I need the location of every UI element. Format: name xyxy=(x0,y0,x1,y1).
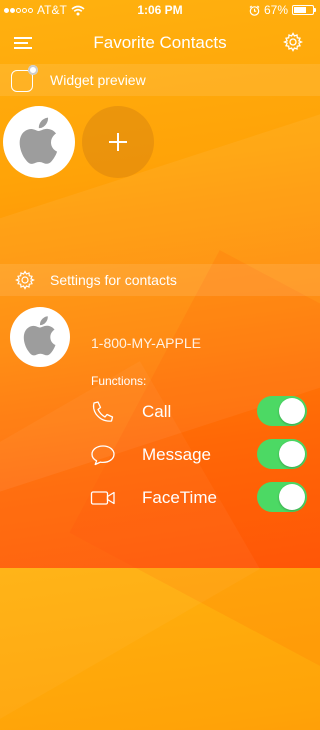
facetime-toggle[interactable] xyxy=(257,482,307,512)
favorite-contact-avatar[interactable] xyxy=(3,106,75,178)
battery-icon xyxy=(292,5,316,15)
function-row-message: Message xyxy=(0,435,320,475)
widget-preview-header: Widget preview xyxy=(0,64,320,96)
widget-icon xyxy=(11,65,38,92)
page-title: Favorite Contacts xyxy=(93,33,227,52)
message-toggle[interactable] xyxy=(257,439,307,469)
battery-level xyxy=(294,7,307,13)
add-contact-button[interactable] xyxy=(82,106,154,178)
call-toggle[interactable] xyxy=(257,396,307,426)
navigation-bar: Favorite Contacts xyxy=(0,20,320,64)
phone-icon xyxy=(92,401,114,422)
contact-settings-header: Settings for contacts xyxy=(0,264,320,296)
function-row-call: Call xyxy=(0,392,320,432)
function-label: FaceTime xyxy=(142,488,217,507)
contact-number: 1-800-MY-APPLE xyxy=(91,335,201,351)
video-camera-icon xyxy=(90,491,115,505)
function-label: Message xyxy=(142,445,211,464)
functions-label: Functions: xyxy=(91,374,147,388)
toggle-knob xyxy=(279,484,305,510)
status-bar: AT&T 1:06 PM 67% xyxy=(0,0,320,20)
gear-icon[interactable] xyxy=(283,32,303,52)
contact-avatar xyxy=(10,307,70,367)
apple-logo-icon xyxy=(19,117,58,164)
function-row-facetime: FaceTime xyxy=(0,478,320,518)
section-label: Widget preview xyxy=(50,72,146,88)
apple-logo-icon xyxy=(23,316,56,356)
function-label: Call xyxy=(142,402,172,421)
status-right: 67% xyxy=(249,3,316,17)
message-bubble-icon xyxy=(91,445,115,466)
toggle-knob xyxy=(279,398,305,424)
section-label: Settings for contacts xyxy=(50,272,177,288)
toggle-knob xyxy=(279,441,305,467)
gear-icon xyxy=(15,270,35,290)
battery-percent: 67% xyxy=(263,3,288,17)
alarm-clock-icon xyxy=(249,5,260,16)
